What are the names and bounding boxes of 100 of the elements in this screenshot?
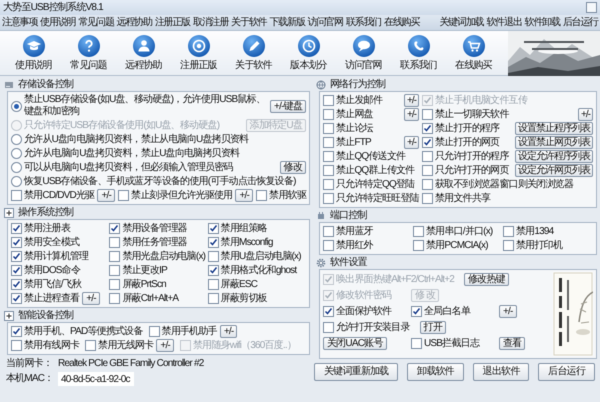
toolbar-button[interactable]: 常见问题 xyxy=(61,34,116,72)
checkbox-option[interactable]: 屏蔽PrtScn xyxy=(109,278,166,290)
action-button[interactable]: 设定允许网页列表 xyxy=(515,164,593,177)
plus-minus-button[interactable]: +/- xyxy=(220,325,238,338)
toolbar-button[interactable]: 联系我们 xyxy=(391,34,446,72)
radio-option[interactable]: 禁止USB存储设备(如U盘、移动硬盘)，允许使用USB鼠标、键盘和加密狗 xyxy=(11,94,268,118)
checkbox-option[interactable]: 禁用PCMCIA(x) xyxy=(413,240,488,252)
checkbox-option[interactable]: 禁止发邮件 xyxy=(323,94,382,106)
checkbox-option[interactable]: 禁用组策略 xyxy=(208,222,267,234)
toolbar-button[interactable]: 远程协助 xyxy=(116,34,171,72)
checkbox-option[interactable]: 屏蔽剪切板 xyxy=(208,292,267,304)
plus-minus-button[interactable]: +/- xyxy=(156,339,174,352)
action-button[interactable]: 设置禁止网页列表 xyxy=(515,136,593,149)
checkbox-option[interactable]: 禁用计算机管理 xyxy=(11,250,88,262)
checkbox-option[interactable]: 禁用文件共享 xyxy=(422,192,490,204)
checkbox-option[interactable]: 禁止一切聊天软件 xyxy=(422,108,509,120)
menu-item[interactable]: 常见问题 xyxy=(77,16,115,28)
action-button[interactable]: 修改热键 xyxy=(464,273,509,286)
plus-minus-button[interactable]: +/- xyxy=(97,189,116,202)
checkbox-option[interactable]: 只允许特定旺旺登陆 xyxy=(323,192,419,204)
plus-minus-button[interactable]: +/- xyxy=(404,108,419,121)
checkbox-option[interactable]: 禁用串口/并口(x) xyxy=(413,226,492,238)
checkbox-option[interactable]: 禁用DOS命令 xyxy=(11,264,80,276)
checkbox-option[interactable]: 禁用任务管理器 xyxy=(109,236,187,248)
menu-item[interactable]: 下载新版 xyxy=(268,16,306,28)
menu-item[interactable]: 取消注册 xyxy=(192,16,230,28)
radio-option[interactable]: 允许从电脑向U盘拷贝资料，禁止U盘向电脑拷贝资料 xyxy=(11,148,240,160)
checkbox-option[interactable]: 禁用安全模式 xyxy=(11,236,80,248)
checkbox-option[interactable]: 禁用格式化和ghost xyxy=(208,264,296,276)
plus-minus-button[interactable]: +/- xyxy=(499,305,517,318)
checkbox-option[interactable]: 只允许打开的程序 xyxy=(422,150,509,162)
checkbox-option[interactable]: 全面保护软件 xyxy=(323,306,392,318)
checkbox-option[interactable]: 全局白名单 xyxy=(411,306,470,318)
action-button[interactable]: 打开 xyxy=(420,321,446,334)
expand-icon[interactable] xyxy=(4,310,14,320)
checkbox-option[interactable]: 禁止QQ传送文件 xyxy=(323,150,406,162)
checkbox-option[interactable]: 禁用CD/DVD光驱 xyxy=(11,190,94,202)
plus-minus-button[interactable]: +/- xyxy=(82,292,100,305)
checkbox-option[interactable]: 禁用手机助手 xyxy=(148,326,217,338)
menu-item[interactable]: 软件卸载 xyxy=(524,16,561,28)
menu-item[interactable]: 在线购买 xyxy=(383,16,420,28)
checkbox-option[interactable]: 禁止QQ群上传文件 xyxy=(323,164,414,176)
menu-item[interactable]: 注意事项 xyxy=(1,16,38,28)
checkbox-option[interactable]: 禁止论坛 xyxy=(323,122,373,134)
toolbar-button[interactable]: 关于软件 xyxy=(226,34,281,72)
checkbox-option[interactable]: 禁止刻录但允许光驱使用 xyxy=(118,190,232,202)
toolbar-button[interactable]: 在线购买 xyxy=(446,34,501,72)
checkbox-option[interactable]: 禁止打开的网页 xyxy=(422,136,500,148)
checkbox-option[interactable]: 禁止FTP xyxy=(323,136,371,148)
action-button[interactable]: 退出软件 xyxy=(472,363,530,381)
checkbox-option[interactable]: 禁用Msconfig xyxy=(208,236,273,248)
checkbox-option[interactable]: 禁用1394 xyxy=(503,226,554,238)
menu-item[interactable]: 关于软件 xyxy=(230,16,268,28)
toolbar-button[interactable]: 注册正版 xyxy=(171,34,226,72)
radio-option[interactable]: 可以从电脑向U盘拷贝资料，但必须输入管理员密码 xyxy=(11,162,233,174)
checkbox-option[interactable]: 禁止进程查看 xyxy=(11,292,80,304)
action-button[interactable]: 关键词重新加载 xyxy=(314,363,398,381)
menu-item[interactable]: 软件退出 xyxy=(485,16,523,28)
menu-item[interactable]: 关键词加载 xyxy=(438,16,484,28)
action-button[interactable]: 设置禁止程序列表 xyxy=(515,122,593,135)
action-button[interactable]: 设定允许程序列表 xyxy=(515,150,593,163)
toolbar-button[interactable]: 使用说明 xyxy=(6,34,61,72)
toolbar-button[interactable]: 版本划分 xyxy=(281,34,336,72)
menu-item[interactable]: 远程协助 xyxy=(116,16,153,28)
checkbox-option[interactable]: 只允许特定QQ登陆 xyxy=(323,178,414,190)
checkbox-option[interactable]: 禁用红外 xyxy=(323,240,373,252)
window-button[interactable] xyxy=(586,2,597,13)
checkbox-option[interactable]: 禁用无线网卡 xyxy=(85,340,154,352)
checkbox-option[interactable]: USB拦截日志 xyxy=(411,338,479,350)
checkbox-option[interactable]: 禁止更改IP xyxy=(109,264,167,276)
checkbox-option[interactable]: 禁止网盘 xyxy=(323,108,373,120)
radio-option[interactable]: 恢复USB存储设备、手机或蓝牙等设备的使用(可手动点击恢复设备) xyxy=(11,176,296,188)
mac-field[interactable]: 40-8d-5c-a1-92-0c xyxy=(58,372,134,386)
checkbox-option[interactable]: 禁用有线网卡 xyxy=(11,340,80,352)
checkbox-option[interactable]: 禁用注册表 xyxy=(11,222,70,234)
plus-minus-button[interactable]: +/- xyxy=(235,189,254,202)
expand-icon[interactable] xyxy=(4,208,14,218)
checkbox-option[interactable]: 禁止打开的程序 xyxy=(422,122,500,134)
checkbox-option[interactable]: 禁用打印机 xyxy=(503,240,562,252)
menu-item[interactable]: 使用说明 xyxy=(39,16,76,28)
checkbox-option[interactable]: 禁用飞信/飞秋 xyxy=(11,278,82,290)
checkbox-option[interactable]: 禁用软驱 xyxy=(256,190,306,202)
menu-item[interactable]: 注册正版 xyxy=(154,16,192,28)
checkbox-option[interactable]: 禁用光盘启动电脑(x) xyxy=(109,250,206,262)
action-button[interactable]: 查看 xyxy=(499,337,526,350)
action-button[interactable]: 修改 xyxy=(280,161,306,174)
plus-minus-button[interactable]: +/- xyxy=(404,94,419,107)
radio-option[interactable]: 允许从U盘向电脑拷贝资料，禁止从电脑向U盘拷贝资料 xyxy=(11,134,248,146)
menu-item[interactable]: 访问官网 xyxy=(306,16,344,28)
checkbox-option[interactable]: 只允许打开的网页 xyxy=(422,164,509,176)
action-button[interactable]: 关闭UAC账号 xyxy=(323,337,387,350)
checkbox-option[interactable]: 禁用U盘启动电脑(x) xyxy=(208,250,301,262)
checkbox-option[interactable]: 禁用设备管理器 xyxy=(109,222,187,234)
action-button[interactable]: 后台运行 xyxy=(538,363,595,381)
checkbox-option[interactable]: 获取不到浏览器窗口则关闭浏览器 xyxy=(422,178,574,190)
action-button[interactable]: 卸载软件 xyxy=(407,363,464,381)
checkbox-option[interactable]: 允许打开安装目录 xyxy=(323,322,410,334)
action-button[interactable]: +/-键盘 xyxy=(270,100,306,112)
checkbox-option[interactable]: 禁用蓝牙 xyxy=(323,226,373,238)
toolbar-button[interactable]: 访问官网 xyxy=(336,34,391,72)
